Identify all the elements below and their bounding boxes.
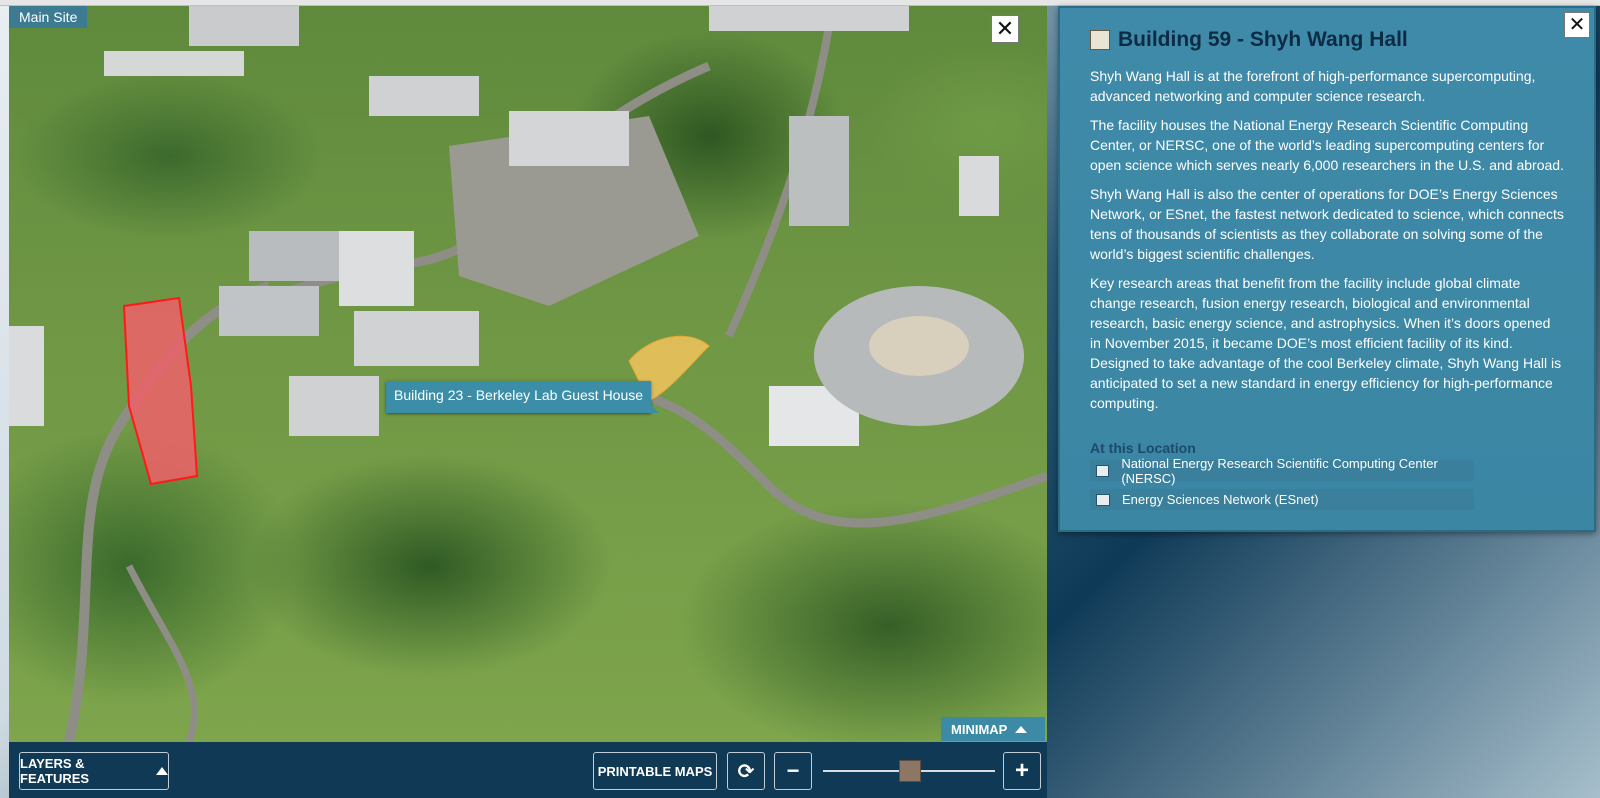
at-this-location-heading: At this Location <box>1090 440 1196 456</box>
plus-icon: + <box>1014 757 1029 784</box>
building <box>189 6 299 46</box>
minus-icon: − <box>786 758 800 783</box>
building-title: Building 59 - Shyh Wang Hall <box>1118 28 1408 51</box>
site-label[interactable]: Main Site <box>9 6 88 28</box>
building-description: Shyh Wang Hall is at the forefront of hi… <box>1090 66 1565 422</box>
minimap-label: MINIMAP <box>951 722 1008 737</box>
building <box>249 231 339 281</box>
building <box>339 231 414 306</box>
document-icon <box>1096 464 1110 477</box>
highlighted-building <box>122 296 199 486</box>
building <box>219 286 319 336</box>
zoom-in-button[interactable]: + <box>1003 752 1041 790</box>
building-tooltip: Building 23 - Berkeley Lab Guest House <box>386 381 660 413</box>
campus-map[interactable]: Main Site ✕ Building 23 - Berkeley Lab G… <box>9 6 1047 742</box>
building <box>289 376 379 436</box>
building <box>354 311 479 366</box>
panel-close-button[interactable]: ✕ <box>1564 12 1590 38</box>
document-icon <box>1096 493 1110 506</box>
building <box>509 111 629 166</box>
panel-title: Building 59 - Shyh Wang Hall <box>1090 28 1408 52</box>
refresh-button[interactable]: ⟳ <box>727 752 765 790</box>
description-paragraph: Shyh Wang Hall is also the center of ope… <box>1090 186 1564 262</box>
building <box>709 6 909 31</box>
zoom-out-button[interactable]: − <box>774 752 812 790</box>
map-close-button[interactable]: ✕ <box>991 15 1019 43</box>
description-paragraph: Key research areas that benefit from the… <box>1090 275 1562 411</box>
dome-roof <box>869 316 969 376</box>
minimap-toggle-button[interactable]: MINIMAP <box>941 717 1045 741</box>
road <box>125 564 198 742</box>
layers-features-button[interactable]: LAYERS & FEATURES <box>19 752 169 790</box>
building <box>104 51 244 76</box>
refresh-icon: ⟳ <box>737 760 755 783</box>
layers-features-label: LAYERS & FEATURES <box>20 756 90 786</box>
printable-maps-button[interactable]: PRINTABLE MAPS <box>593 752 717 790</box>
location-link-nersc[interactable]: National Energy Research Scientific Comp… <box>1090 456 1474 486</box>
map-imagery <box>9 6 1047 742</box>
building-icon <box>1090 30 1110 50</box>
location-link-label: National Energy Research Scientific Comp… <box>1121 455 1438 486</box>
description-paragraph: The facility houses the National Energy … <box>1090 117 1564 173</box>
location-link-esnet[interactable]: Energy Sciences Network (ESnet) <box>1090 489 1474 510</box>
building <box>959 156 999 216</box>
caret-up-icon <box>156 767 168 775</box>
description-paragraph: Shyh Wang Hall is at the forefront of hi… <box>1090 68 1536 104</box>
building <box>789 116 849 226</box>
building-info-panel: ✕ Building 59 - Shyh Wang Hall Shyh Wang… <box>1058 6 1596 532</box>
caret-up-icon <box>1014 726 1027 733</box>
building <box>9 326 44 426</box>
building <box>369 76 479 116</box>
location-link-label: Energy Sciences Network (ESnet) <box>1122 492 1319 507</box>
map-control-bar: LAYERS & FEATURES PRINTABLE MAPS ⟳ − + <box>9 742 1047 798</box>
zoom-slider-thumb[interactable] <box>899 760 921 782</box>
